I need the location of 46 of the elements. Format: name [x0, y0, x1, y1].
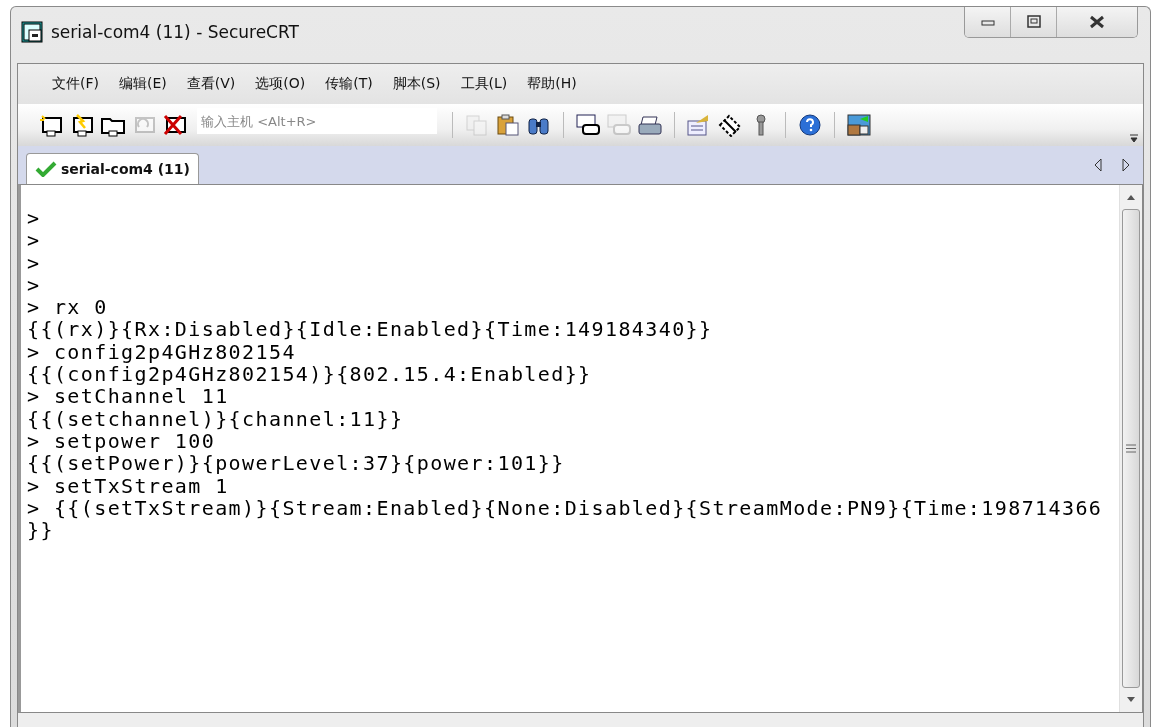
close-icon: [1088, 15, 1106, 29]
terminal-line: > setChannel 11: [27, 385, 229, 408]
minimize-icon: [979, 17, 996, 27]
host-input-field[interactable]: 输入主机 <Alt+R>: [197, 108, 437, 134]
paste-icon[interactable]: [495, 113, 521, 137]
menu-item[interactable]: 查看(V): [178, 71, 244, 97]
terminal-line: {{(setchannel)}{channel:11}}: [27, 407, 404, 430]
menu-item[interactable]: 编辑(E): [111, 71, 175, 97]
scroll-up-icon[interactable]: [1125, 193, 1137, 201]
help-icon[interactable]: [797, 113, 823, 137]
grip-icon: [1126, 444, 1136, 453]
terminal-line: > config2p4GHz802154: [27, 340, 296, 364]
terminal-line: >: [27, 273, 41, 297]
terminal-line: > setTxStream 1: [27, 474, 229, 497]
terminal-line: > {{(setTxStream)}{Stream:Enabled}{None:Disabled}{StreamMode:PN9}{Time:198714366: [27, 496, 1103, 520]
close-button[interactable]: [1057, 7, 1137, 37]
terminal-line: > setpower 100: [27, 429, 216, 453]
session-tab[interactable]: serial-com4 (11): [26, 153, 199, 184]
printer-icon[interactable]: [637, 113, 663, 137]
terminal-line: >: [27, 229, 41, 252]
terminal-line: }}: [27, 519, 54, 542]
menu-item[interactable]: 脚本(S): [384, 71, 449, 97]
terminal-line: > rx 0: [27, 296, 108, 319]
menu-item[interactable]: 工具(L): [452, 71, 516, 97]
maximize-icon: [1025, 15, 1042, 29]
terminal-line: {{(config2p4GHz802154)}{802.15.4:Enabled}}: [27, 363, 592, 386]
scrollbar-thumb[interactable]: [1122, 209, 1140, 688]
scroll-down-icon[interactable]: [1125, 696, 1137, 704]
toolbar-overflow-icon[interactable]: [1129, 133, 1139, 143]
scroll-left-icon[interactable]: [1093, 158, 1103, 172]
terminal-line: >: [27, 251, 41, 274]
app-icon: [21, 21, 43, 43]
terminal-line: {{(rx)}{Rx:Disabled}{Idle:Enabled}{Time:149184340}}: [27, 318, 713, 341]
menu-item[interactable]: 文件(F): [44, 71, 107, 97]
vertical-scrollbar[interactable]: [1119, 185, 1142, 712]
scroll-right-icon[interactable]: [1121, 158, 1131, 172]
window-title: serial-com4 (11) - SecureCRT: [51, 22, 299, 42]
menu-item[interactable]: 选项(O): [247, 71, 314, 97]
keymap-icon[interactable]: [717, 113, 743, 137]
printer-window-icon[interactable]: [575, 113, 601, 137]
terminal-line: >: [27, 207, 41, 230]
terminal-line: {{(setPower)}{powerLevel:37}{power:101}}: [27, 452, 565, 475]
menu-item[interactable]: 帮助(H): [519, 71, 585, 97]
minimize-button[interactable]: [965, 7, 1011, 37]
maximize-button[interactable]: [1011, 7, 1057, 37]
menu-item[interactable]: 传输(T): [317, 71, 381, 97]
